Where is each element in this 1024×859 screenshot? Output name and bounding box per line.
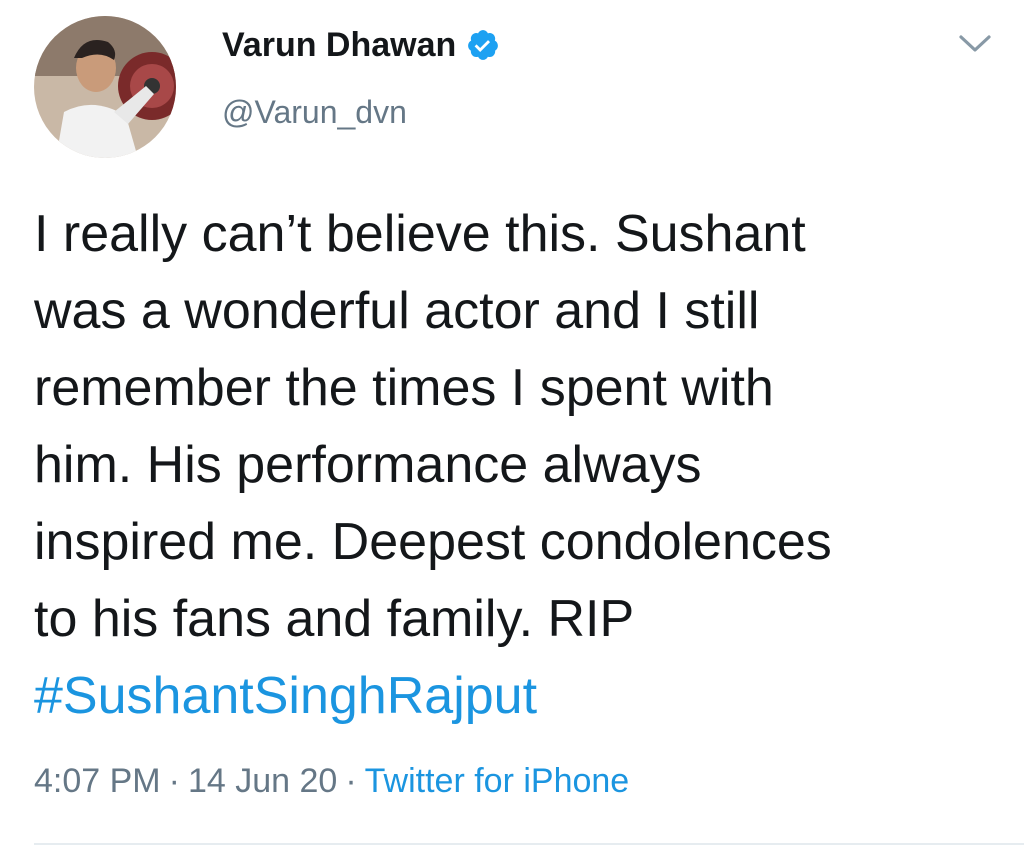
tweet-source-link[interactable]: Twitter for iPhone — [365, 762, 630, 800]
meta-separator: · — [168, 762, 180, 800]
name-row: Varun Dhawan — [222, 22, 500, 68]
tweet-text-line: him. His performance always — [34, 436, 702, 494]
chevron-down-icon[interactable] — [955, 28, 995, 58]
tweet-date[interactable]: 14 Jun 20 — [188, 762, 337, 800]
tweet-text-line: was a wonderful actor and I still — [34, 282, 760, 340]
tweet-header: Varun Dhawan @Varun_dvn — [222, 22, 500, 130]
display-name[interactable]: Varun Dhawan — [222, 26, 456, 65]
tweet-time[interactable]: 4:07 PM — [34, 762, 161, 800]
tweet-metadata: 4:07 PM · 14 Jun 20 · Twitter for iPhone — [34, 762, 629, 801]
tweet-text-line: to his fans and family. RIP — [34, 590, 635, 648]
avatar-image — [34, 16, 176, 158]
meta-separator: · — [345, 762, 357, 800]
divider — [34, 843, 1024, 845]
verified-badge-icon — [466, 28, 500, 62]
tweet-text-line: remember the times I spent with — [34, 359, 774, 417]
tweet-text: I really can’t believe this. Sushant was… — [34, 196, 1009, 735]
tweet-text-line: I really can’t believe this. Sushant — [34, 205, 806, 263]
avatar[interactable] — [34, 16, 176, 158]
hashtag-link[interactable]: #SushantSinghRajput — [34, 658, 1009, 735]
tweet-card: Varun Dhawan @Varun_dvn I really can’t b… — [0, 0, 1024, 859]
user-handle[interactable]: @Varun_dvn — [222, 94, 407, 131]
tweet-text-line: inspired me. Deepest condolences — [34, 513, 832, 571]
